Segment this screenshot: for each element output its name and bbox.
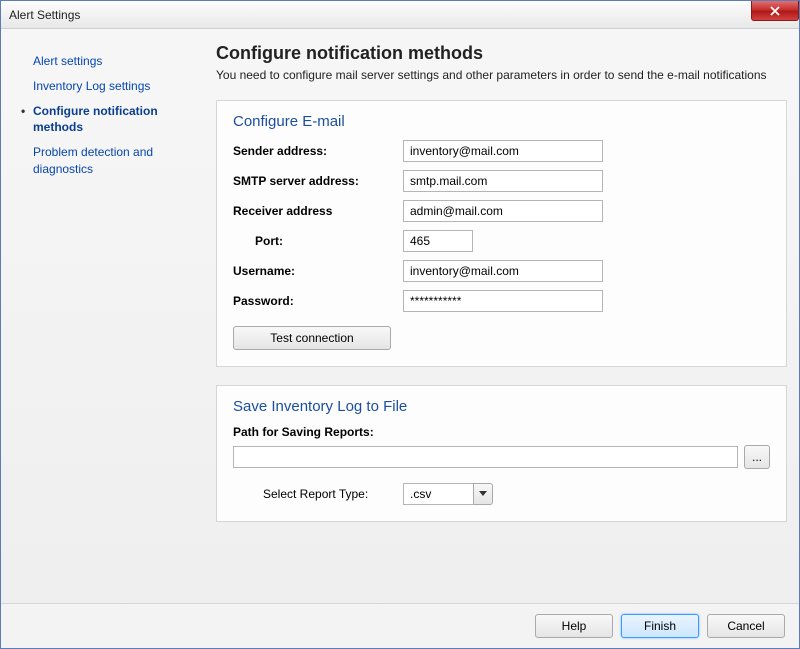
sidebar: • Alert settings • Inventory Log setting… <box>13 43 208 595</box>
input-port[interactable] <box>403 230 473 252</box>
panel-title-email: Configure E-mail <box>233 113 770 130</box>
save-log-panel: Save Inventory Log to File Path for Savi… <box>216 385 787 522</box>
titlebar[interactable]: Alert Settings <box>1 1 799 29</box>
bullet-icon: • <box>21 103 33 120</box>
row-sender: Sender address: <box>233 140 770 162</box>
row-password: Password: <box>233 290 770 312</box>
label-path: Path for Saving Reports: <box>233 425 770 439</box>
cancel-button[interactable]: Cancel <box>707 614 785 638</box>
row-path: ... <box>233 445 770 469</box>
row-port: Port: <box>233 230 770 252</box>
panel-title-save-log: Save Inventory Log to File <box>233 398 770 415</box>
close-icon <box>770 6 780 16</box>
dialog-window: Alert Settings • Alert settings • Invent… <box>0 0 800 649</box>
window-title: Alert Settings <box>9 8 80 22</box>
help-button[interactable]: Help <box>535 614 613 638</box>
page-subtitle: You need to configure mail server settin… <box>216 68 787 82</box>
dialog-footer: Help Finish Cancel <box>1 603 799 648</box>
input-sender-address[interactable] <box>403 140 603 162</box>
sidebar-item-inventory-log-settings[interactable]: • Inventory Log settings <box>13 74 208 99</box>
dialog-body: • Alert settings • Inventory Log setting… <box>1 29 799 603</box>
close-button[interactable] <box>751 1 799 21</box>
sidebar-item-configure-notification-methods[interactable]: • Configure notification methods <box>13 99 208 141</box>
label-password: Password: <box>233 294 403 308</box>
input-smtp-server[interactable] <box>403 170 603 192</box>
label-username: Username: <box>233 264 403 278</box>
sidebar-item-label: Alert settings <box>33 53 204 70</box>
configure-email-panel: Configure E-mail Sender address: SMTP se… <box>216 100 787 367</box>
sidebar-item-label: Configure notification methods <box>33 103 204 137</box>
label-receiver: Receiver address <box>233 204 403 218</box>
sidebar-item-label: Problem detection and diagnostics <box>33 144 204 178</box>
report-type-combobox[interactable]: .csv <box>403 483 493 505</box>
row-receiver: Receiver address <box>233 200 770 222</box>
finish-button[interactable]: Finish <box>621 614 699 638</box>
input-receiver-address[interactable] <box>403 200 603 222</box>
input-username[interactable] <box>403 260 603 282</box>
label-smtp: SMTP server address: <box>233 174 403 188</box>
row-smtp: SMTP server address: <box>233 170 770 192</box>
page-title: Configure notification methods <box>216 43 787 64</box>
label-port: Port: <box>233 234 403 248</box>
sidebar-item-label: Inventory Log settings <box>33 78 204 95</box>
row-username: Username: <box>233 260 770 282</box>
ellipsis-icon: ... <box>752 450 762 464</box>
input-password[interactable] <box>403 290 603 312</box>
combobox-dropdown-button[interactable] <box>473 483 493 505</box>
sidebar-item-problem-detection[interactable]: • Problem detection and diagnostics <box>13 140 208 182</box>
label-sender: Sender address: <box>233 144 403 158</box>
browse-button[interactable]: ... <box>744 445 770 469</box>
input-path[interactable] <box>233 446 738 468</box>
sidebar-item-alert-settings[interactable]: • Alert settings <box>13 49 208 74</box>
combobox-value: .csv <box>403 483 473 505</box>
test-connection-button[interactable]: Test connection <box>233 326 391 350</box>
label-report-type: Select Report Type: <box>263 487 403 501</box>
row-report-type: Select Report Type: .csv <box>263 483 770 505</box>
main-content: Configure notification methods You need … <box>216 43 787 595</box>
chevron-down-icon <box>479 491 487 497</box>
